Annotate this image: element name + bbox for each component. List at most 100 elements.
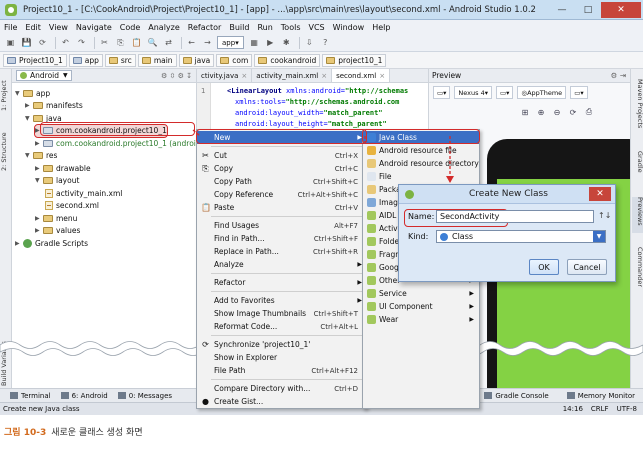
menu-analyze[interactable]: Analyze <box>148 23 180 32</box>
replace-icon[interactable]: ⇄ <box>162 37 175 49</box>
tree-item-module[interactable]: ▼ app <box>15 87 50 99</box>
menu-edit[interactable]: Edit <box>25 23 41 32</box>
project-icon[interactable]: ▣ <box>4 37 17 49</box>
class-name-input[interactable]: SecondActivity <box>436 210 594 223</box>
close-tab-icon[interactable]: × <box>379 72 385 80</box>
redo-icon[interactable]: ↷ <box>75 37 88 49</box>
menu-item-find-in-path[interactable]: Find in Path... Ctrl+Shift+F <box>197 232 366 245</box>
help-icon[interactable]: ? <box>319 37 332 49</box>
collapse-arrow-icon[interactable]: ▼ <box>25 115 33 122</box>
breadcrumb-item[interactable]: app <box>68 53 103 67</box>
preview-settings-icon[interactable]: ⚙ ⇥ <box>611 71 626 80</box>
expand-arrow-icon[interactable]: ▶ <box>15 240 23 247</box>
close-tab-icon[interactable]: × <box>241 72 247 80</box>
chevron-down-icon[interactable]: ▼ <box>593 231 605 242</box>
tree-item-xml[interactable]: activity_main.xml <box>45 187 122 199</box>
menu-item-analyze[interactable]: Analyze ▶ <box>197 258 366 271</box>
menu-item-show-in-explorer[interactable]: Show in Explorer <box>197 351 366 364</box>
menu-view[interactable]: View <box>49 23 68 32</box>
editor-tab[interactable]: second.xml × <box>332 69 391 82</box>
tab-maven-projects[interactable]: Maven Projects <box>632 79 643 139</box>
paste-icon[interactable]: 📋 <box>130 37 143 49</box>
menu-vcs[interactable]: VCS <box>309 23 325 32</box>
bottom-tool-6-android[interactable]: 6: Android <box>60 392 108 400</box>
save-icon[interactable]: 💾 <box>20 37 33 49</box>
menu-window[interactable]: Window <box>333 23 365 32</box>
menu-item-find-usages[interactable]: Find Usages Alt+F7 <box>197 219 366 232</box>
breadcrumb-item[interactable]: Project10_1 <box>3 53 67 67</box>
menu-item-synchronize-project10-1[interactable]: ⟳ Synchronize 'project10_1' <box>197 338 366 351</box>
tree-item-folder[interactable]: ▶ values <box>35 225 80 237</box>
editor-tab[interactable]: ctivity.java × <box>197 69 253 82</box>
tab-project[interactable]: 1: Project <box>0 73 12 119</box>
collapse-arrow-icon[interactable]: ▼ <box>35 177 43 184</box>
menu-item-refactor[interactable]: Refactor ▶ <box>197 276 366 289</box>
sdk-icon[interactable]: ⇩ <box>303 37 316 49</box>
maximize-button[interactable]: □ <box>575 2 601 18</box>
nexus-selector[interactable]: Nexus 4 ▾ <box>454 86 492 99</box>
cancel-button[interactable]: Cancel <box>567 259 607 275</box>
editor-tab[interactable]: activity_main.xml × <box>252 69 333 82</box>
panel-settings-icon[interactable]: ⚙ ⇳ ⚙ ↧ <box>161 72 192 80</box>
breadcrumb-item[interactable]: project10_1 <box>322 53 387 67</box>
tree-item-folder[interactable]: ▼ res <box>25 150 57 162</box>
cut-icon[interactable]: ✂ <box>98 37 111 49</box>
project-view-selector[interactable]: Android ▼ <box>16 70 72 81</box>
expand-arrow-icon[interactable]: ▶ <box>35 227 43 234</box>
ok-button[interactable]: OK <box>529 259 559 275</box>
debug-icon[interactable]: ✱ <box>280 37 293 49</box>
zoom-fit-icon[interactable]: ⊞ <box>519 106 531 118</box>
menu-refactor[interactable]: Refactor <box>188 23 222 32</box>
orientation-selector[interactable]: ▭▾ <box>495 86 514 99</box>
new-item-ui-component[interactable]: UI Component ▶ <box>363 300 479 313</box>
collapse-arrow-icon[interactable]: ▼ <box>15 90 23 97</box>
tab-previews[interactable]: Previews <box>632 197 643 233</box>
menu-item-create-gist[interactable]: ● Create Gist... <box>197 395 366 408</box>
find-icon[interactable]: 🔍 <box>146 37 159 49</box>
breadcrumb-item[interactable]: com <box>216 53 253 67</box>
refresh-icon[interactable]: ⟳ <box>567 106 579 118</box>
menu-code[interactable]: Code <box>120 23 140 32</box>
line-separator[interactable]: CRLF <box>591 405 609 413</box>
tree-item-xml[interactable]: second.xml <box>45 200 99 212</box>
tree-item-folder[interactable]: ▶ drawable <box>35 162 91 174</box>
collapse-arrow-icon[interactable]: ▼ <box>25 152 33 159</box>
close-tab-icon[interactable]: × <box>321 72 327 80</box>
expand-arrow-icon[interactable]: ▶ <box>25 102 33 109</box>
breadcrumb-item[interactable]: main <box>137 53 177 67</box>
bottom-tool-0-messages[interactable]: 0: Messages <box>117 392 172 400</box>
more-selector[interactable]: ▭▾ <box>570 86 588 99</box>
tree-item-folder[interactable]: ▶ menu <box>35 212 77 224</box>
menu-item-add-to-favorites[interactable]: Add to Favorites ▶ <box>197 294 366 307</box>
menu-navigate[interactable]: Navigate <box>76 23 112 32</box>
expand-arrow-icon[interactable]: ▶ <box>35 140 43 147</box>
zoom-out-icon[interactable]: ⊖ <box>551 106 563 118</box>
expand-arrow-icon[interactable]: ▶ <box>35 215 43 222</box>
sync-icon[interactable]: ⟳ <box>36 37 49 49</box>
back-icon[interactable]: ← <box>185 37 198 49</box>
zoom-in-icon[interactable]: ⊕ <box>535 106 547 118</box>
menu-run[interactable]: Run <box>257 23 272 32</box>
menu-item-replace-in-path[interactable]: Replace in Path... Ctrl+Shift+R <box>197 245 366 258</box>
build-icon[interactable]: ▦ <box>248 37 261 49</box>
menu-file[interactable]: File <box>4 23 17 32</box>
bottom-tool-gradle-console[interactable]: Gradle Console <box>484 392 549 400</box>
undo-icon[interactable]: ↶ <box>59 37 72 49</box>
tab-commander[interactable]: Commander <box>632 247 643 297</box>
cursor-position[interactable]: 14:16 <box>563 405 583 413</box>
screenshot-icon[interactable]: ⎙ <box>583 106 595 118</box>
menu-tools[interactable]: Tools <box>281 23 301 32</box>
tab-gradle[interactable]: Gradle <box>632 151 643 183</box>
copy-icon[interactable]: ⎘ <box>114 37 127 49</box>
forward-icon[interactable]: → <box>201 37 214 49</box>
breadcrumb-item[interactable]: src <box>104 53 136 67</box>
file-encoding[interactable]: UTF-8 <box>617 405 637 413</box>
run-config-selector[interactable]: app ▾ <box>217 36 244 49</box>
breadcrumb-item[interactable]: java <box>178 53 215 67</box>
breadcrumb-item[interactable]: cookandroid <box>254 53 321 67</box>
run-icon[interactable]: ▶ <box>264 37 277 49</box>
kind-select[interactable]: Class ▼ <box>436 230 606 243</box>
expand-arrow-icon[interactable]: ▶ <box>35 165 43 172</box>
new-item-wear[interactable]: Wear ▶ <box>363 313 479 326</box>
menu-item-file-path[interactable]: File Path Ctrl+Alt+F12 <box>197 364 366 377</box>
